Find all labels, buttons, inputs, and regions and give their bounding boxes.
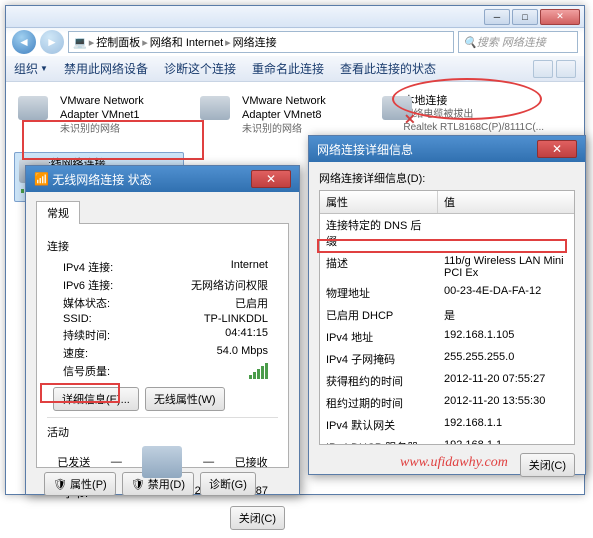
- prop-value: 2012-11-20 07:55:27: [438, 370, 574, 392]
- prop-name: IPv4 地址: [320, 326, 438, 348]
- organize-menu[interactable]: 组织 ▼: [14, 60, 48, 77]
- prop-name: IPv4 DHCP 服务器: [320, 436, 438, 445]
- minimize-button[interactable]: ─: [484, 9, 510, 25]
- forward-button[interactable]: ►: [40, 30, 64, 54]
- close-button[interactable]: ✕: [540, 9, 580, 25]
- table-row[interactable]: 租约过期的时间2012-11-20 13:55:30: [320, 392, 574, 414]
- search-placeholder: 搜索 网络连接: [477, 34, 546, 50]
- breadcrumb-item[interactable]: 控制面板: [96, 34, 140, 50]
- prop-value: 192.168.1.105: [438, 326, 574, 348]
- prop-value: [438, 214, 574, 252]
- close-button[interactable]: ✕: [537, 140, 577, 158]
- wireless-properties-button[interactable]: 无线属性(W): [145, 387, 225, 411]
- prop-value: 2012-11-20 13:55:30: [438, 392, 574, 414]
- table-row[interactable]: 连接特定的 DNS 后缀: [320, 214, 574, 252]
- adapter-icon: [200, 94, 236, 130]
- prop-name: 获得租约的时间: [320, 370, 438, 392]
- prop-name: IPv4 默认网关: [320, 414, 438, 436]
- adapter-vmnet8[interactable]: VMware Network Adapter VMnet8 未识别的网络: [196, 90, 366, 140]
- help-button[interactable]: [556, 60, 576, 78]
- adapter-name: VMware Network Adapter VMnet1: [60, 94, 180, 123]
- breadcrumb-item[interactable]: 网络连接: [233, 34, 277, 50]
- prop-name: IPv4 子网掩码: [320, 348, 438, 370]
- adapter-desc: Realtek RTL8168C(P)/8111C(...: [403, 121, 544, 134]
- dialog-titlebar: 网络连接详细信息 ✕: [309, 136, 585, 162]
- connection-details-dialog: 网络连接详细信息 ✕ 网络连接详细信息(D): 属性 值 连接特定的 DNS 后…: [308, 135, 586, 475]
- chevron-right-icon: ▸: [142, 36, 148, 49]
- breadcrumb[interactable]: 💻 ▸ 控制面板 ▸ 网络和 Internet ▸ 网络连接: [68, 31, 454, 53]
- adapter-status: 未识别的网络: [242, 123, 362, 136]
- close-button[interactable]: 关闭(C): [520, 453, 575, 477]
- adapter-name: VMware Network Adapter VMnet8: [242, 94, 362, 123]
- watermark: www.ufidawhy.com: [400, 455, 508, 471]
- tab-general[interactable]: 常规: [36, 201, 80, 224]
- toolbar: 组织 ▼ 禁用此网络设备 诊断这个连接 重命名此连接 查看此连接的状态: [6, 56, 584, 82]
- sent-label: 已发送: [57, 454, 90, 470]
- received-label: 已接收: [235, 454, 268, 470]
- prop-name: 连接特定的 DNS 后缀: [320, 214, 438, 252]
- diagnose-button[interactable]: 诊断这个连接: [164, 60, 236, 77]
- table-row[interactable]: 已启用 DHCP是: [320, 304, 574, 326]
- view-options-button[interactable]: [533, 60, 553, 78]
- table-row[interactable]: 获得租约的时间2012-11-20 07:55:27: [320, 370, 574, 392]
- folder-icon: 💻: [73, 36, 87, 49]
- wifi-bars-icon: 📶: [34, 172, 49, 186]
- table-row[interactable]: IPv4 地址192.168.1.105: [320, 326, 574, 348]
- adapter-name: 本地连接: [403, 94, 544, 108]
- prop-value: 192.168.1.1: [438, 436, 574, 445]
- adapter-local[interactable]: ✕ 本地连接 网络电缆被拔出 Realtek RTL8168C(P)/8111C…: [378, 90, 548, 140]
- adapter-icon: ✕: [382, 94, 397, 130]
- search-icon: 🔍: [463, 36, 477, 49]
- disable-device-button[interactable]: 禁用此网络设备: [64, 60, 148, 77]
- diagnose-button[interactable]: 诊断(G): [200, 472, 256, 496]
- prop-value: 11b/g Wireless LAN Mini PCI Ex: [438, 252, 574, 282]
- signal-strength-icon: [249, 363, 268, 379]
- adapter-icon: [18, 94, 54, 130]
- details-table: 属性 值 连接特定的 DNS 后缀描述11b/g Wireless LAN Mi…: [319, 190, 575, 445]
- wireless-status-dialog: 📶 无线网络连接 状态 ✕ 常规 连接 IPv4 连接:Internet IPv…: [25, 165, 300, 495]
- navbar: ◄ ► 💻 ▸ 控制面板 ▸ 网络和 Internet ▸ 网络连接 🔍 搜索 …: [6, 28, 584, 56]
- column-property[interactable]: 属性: [320, 191, 438, 213]
- search-input[interactable]: 🔍 搜索 网络连接: [458, 31, 578, 53]
- disconnected-icon: ✕: [404, 111, 416, 128]
- activity-section-label: 活动: [47, 424, 278, 440]
- prop-name: 描述: [320, 252, 438, 282]
- adapter-status: 网络电缆被拔出: [403, 108, 544, 121]
- properties-button[interactable]: 🛡 属性(P): [44, 472, 116, 496]
- chevron-down-icon: ▼: [40, 64, 48, 73]
- dialog-title: 无线网络连接 状态: [52, 171, 151, 188]
- table-row[interactable]: 物理地址00-23-4E-DA-FA-12: [320, 282, 574, 304]
- breadcrumb-item[interactable]: 网络和 Internet: [150, 34, 223, 50]
- prop-value: 00-23-4E-DA-FA-12: [438, 282, 574, 304]
- table-row[interactable]: IPv4 默认网关192.168.1.1: [320, 414, 574, 436]
- titlebar: ─ □ ✕: [6, 6, 584, 28]
- prop-name: 物理地址: [320, 282, 438, 304]
- details-label: 网络连接详细信息(D):: [319, 170, 575, 186]
- chevron-right-icon: ▸: [225, 36, 231, 49]
- prop-value: 255.255.255.0: [438, 348, 574, 370]
- activity-icon: [142, 446, 182, 478]
- view-status-button[interactable]: 查看此连接的状态: [340, 60, 436, 77]
- table-row[interactable]: 描述11b/g Wireless LAN Mini PCI Ex: [320, 252, 574, 282]
- prop-value: 192.168.1.1: [438, 414, 574, 436]
- column-value[interactable]: 值: [438, 191, 574, 213]
- connection-section-label: 连接: [47, 238, 278, 254]
- maximize-button[interactable]: □: [512, 9, 538, 25]
- back-button[interactable]: ◄: [12, 30, 36, 54]
- prop-name: 租约过期的时间: [320, 392, 438, 414]
- adapter-status: 未识别的网络: [60, 123, 180, 136]
- close-button[interactable]: 关闭(C): [230, 506, 285, 530]
- rename-button[interactable]: 重命名此连接: [252, 60, 324, 77]
- adapter-vmnet1[interactable]: VMware Network Adapter VMnet1 未识别的网络: [14, 90, 184, 140]
- details-button[interactable]: 详细信息(E)...: [53, 387, 139, 411]
- prop-value: 是: [438, 304, 574, 326]
- dialog-titlebar: 📶 无线网络连接 状态 ✕: [26, 166, 299, 192]
- table-row[interactable]: IPv4 DHCP 服务器192.168.1.1: [320, 436, 574, 445]
- chevron-right-icon: ▸: [89, 36, 95, 49]
- prop-name: 已启用 DHCP: [320, 304, 438, 326]
- close-button[interactable]: ✕: [251, 170, 291, 188]
- dialog-title: 网络连接详细信息: [317, 141, 413, 158]
- table-row[interactable]: IPv4 子网掩码255.255.255.0: [320, 348, 574, 370]
